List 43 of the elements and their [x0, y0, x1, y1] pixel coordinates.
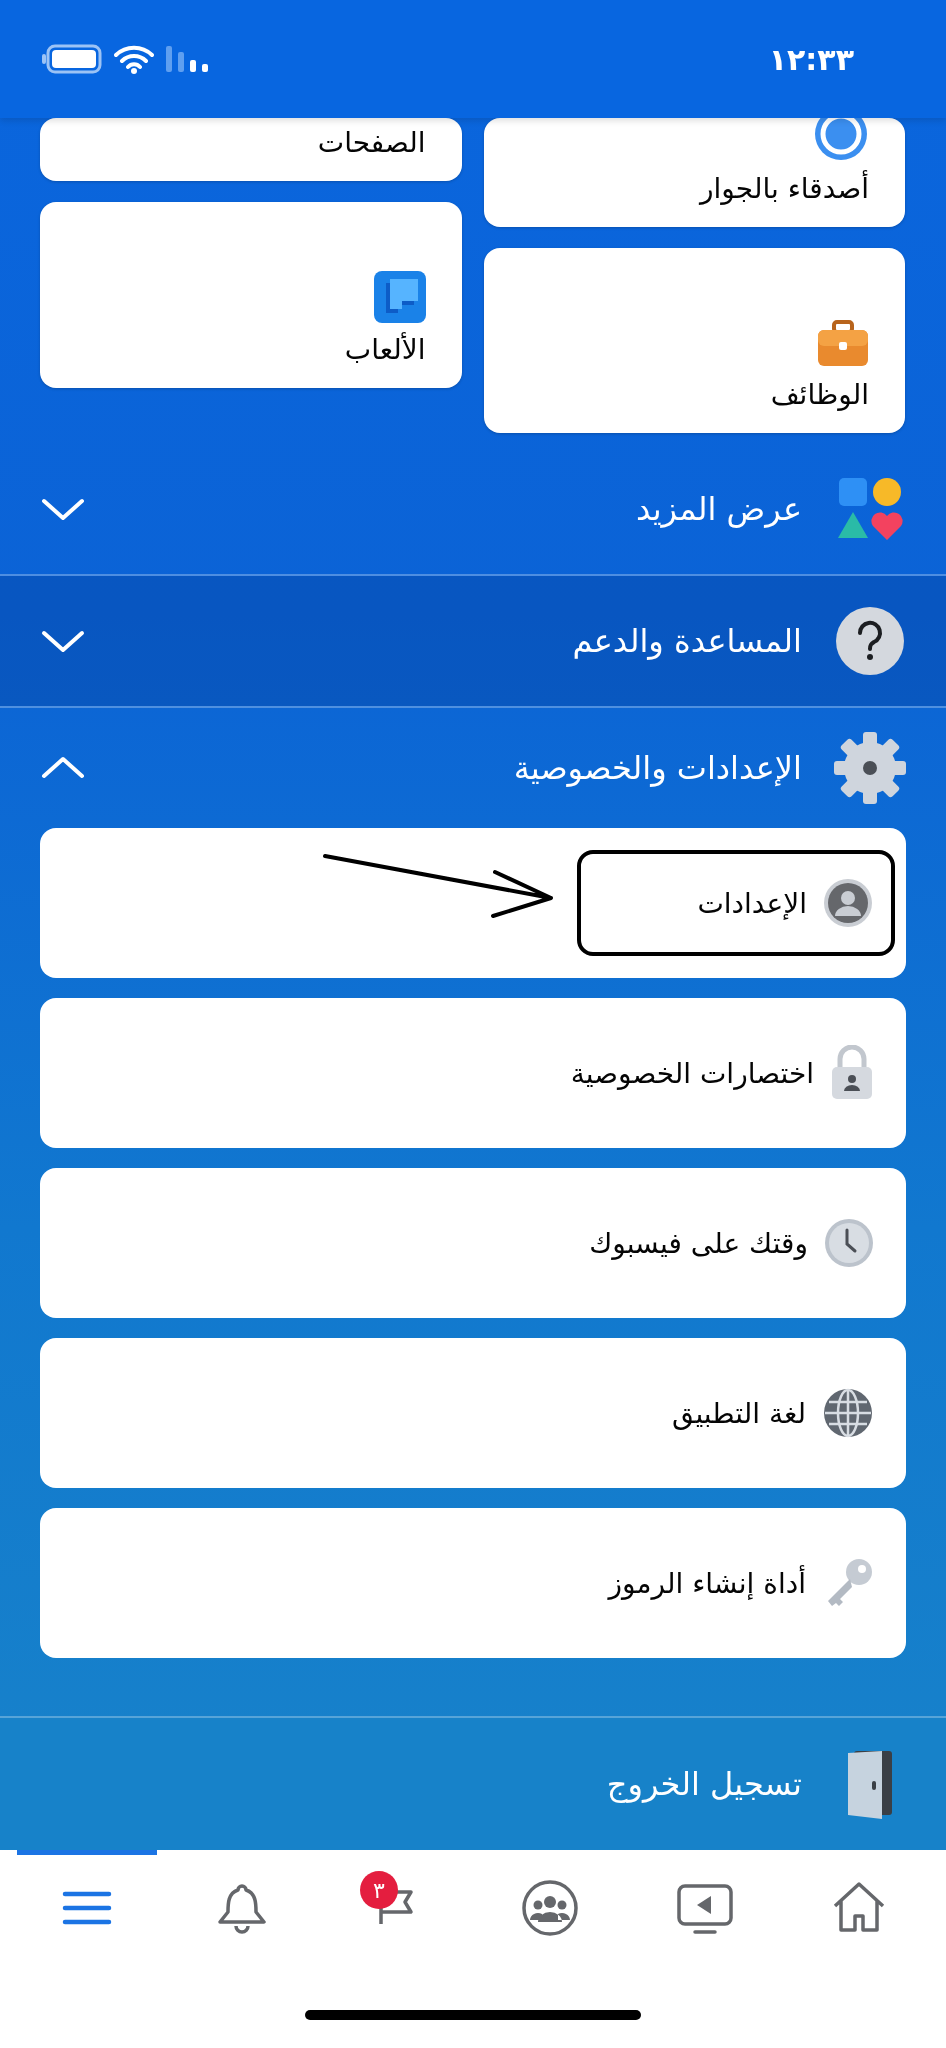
menu-card[interactable]: لغة التطبيق	[40, 1338, 906, 1488]
signal-icon	[166, 44, 210, 74]
tab[interactable]: ٣	[325, 1850, 466, 1960]
section-row[interactable]: المساعدة والدعم	[0, 576, 946, 706]
section-row[interactable]: الإعدادات والخصوصية	[0, 708, 946, 828]
section-label: الإعدادات والخصوصية	[512, 749, 802, 787]
menu-card[interactable]: أداة إنشاء الرموز	[40, 1508, 906, 1658]
account-icon	[823, 878, 873, 928]
section-label: عرض المزيد	[634, 490, 802, 528]
door-icon	[846, 1749, 894, 1819]
battery-icon	[42, 44, 102, 74]
groups-icon	[520, 1877, 581, 1938]
card-label: الإعدادات	[697, 886, 807, 920]
menu-card[interactable]: الإعدادات	[40, 828, 906, 978]
section-label: المساعدة والدعم	[571, 622, 802, 660]
shortcut-tile[interactable]: الوظائف	[483, 248, 905, 433]
menu-card[interactable]: وقتك على فيسبوك	[40, 1168, 906, 1318]
card-label: أداة إنشاء الرموز	[608, 1566, 806, 1600]
people-icon	[813, 118, 869, 162]
logout-label: تسجيل الخروج	[605, 1765, 802, 1803]
tile-label: الصفحات	[317, 126, 426, 159]
clock-icon	[824, 1218, 874, 1268]
section-row[interactable]: عرض المزيد	[0, 444, 946, 574]
status-time: ١٢:٣٣	[768, 41, 854, 77]
card-label: اختصارات الخصوصية	[570, 1056, 814, 1090]
help-icon	[836, 607, 904, 675]
notification-badge: ٣	[359, 1871, 398, 1909]
lock-icon	[830, 1045, 874, 1101]
tile-label: الألعاب	[344, 333, 426, 366]
shortcut-tile[interactable]: الصفحات	[40, 118, 462, 181]
card-label: لغة التطبيق	[672, 1396, 806, 1430]
app-tile-icon	[373, 271, 426, 323]
shapes-icon	[837, 476, 903, 542]
menu-card[interactable]: اختصارات الخصوصية	[40, 998, 906, 1148]
briefcase-icon	[817, 320, 869, 368]
wifi-icon	[114, 44, 154, 74]
tile-label: الوظائف	[770, 378, 869, 411]
tile-label: أصدقاء بالجوار	[700, 172, 869, 205]
card-label: وقتك على فيسبوك	[589, 1226, 808, 1260]
settings-icon	[834, 732, 906, 804]
shortcut-tile[interactable]: الألعاب	[40, 202, 462, 388]
shortcut-tile[interactable]: أصدقاء بالجوار	[483, 118, 905, 227]
globe-icon	[822, 1387, 874, 1439]
